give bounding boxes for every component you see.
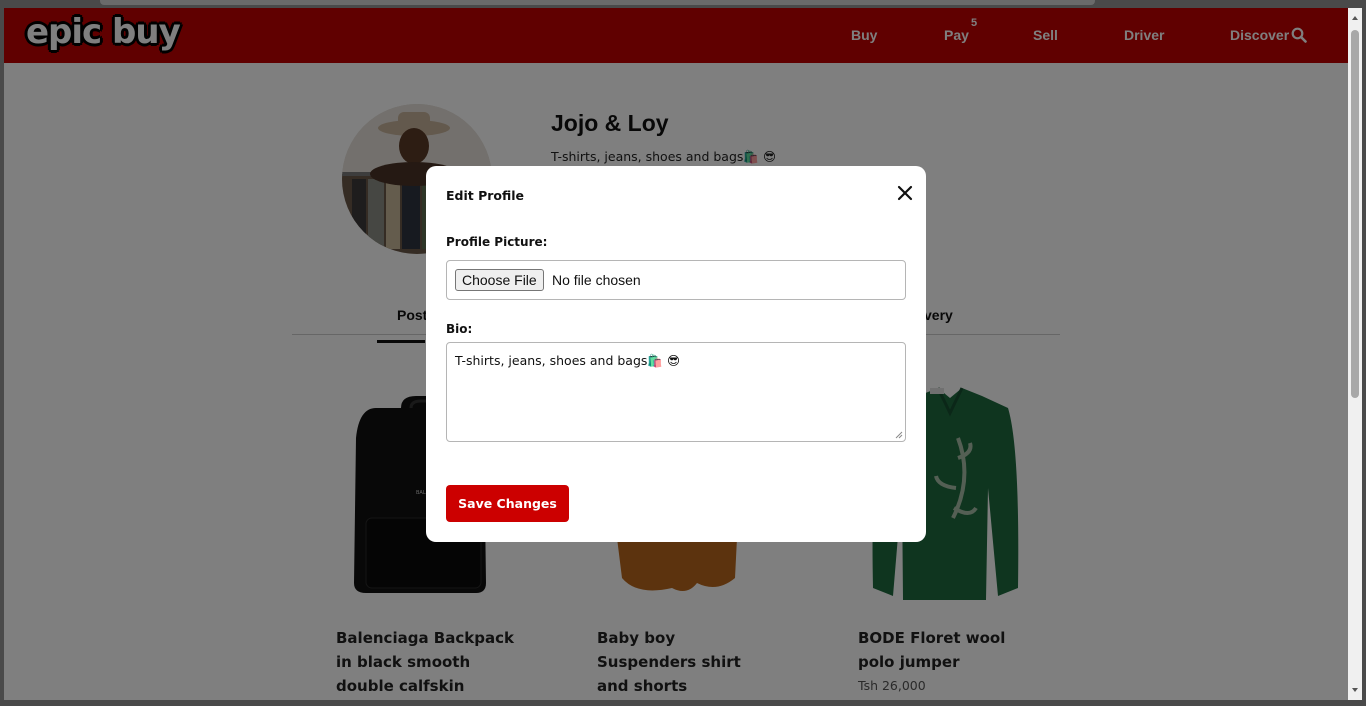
window-top-bar xyxy=(100,0,1095,5)
choose-file-button[interactable]: Choose File xyxy=(455,269,544,291)
profile-picture-input[interactable]: Choose File No file chosen xyxy=(446,260,906,300)
page-viewport: epic buy Buy Pay 5 Sell Driver Discover xyxy=(4,8,1348,700)
edit-profile-modal: Edit Profile Profile Picture: Choose Fil… xyxy=(426,166,926,542)
modal-title: Edit Profile xyxy=(446,188,525,203)
scroll-down-icon[interactable] xyxy=(1351,686,1359,694)
scroll-up-icon[interactable] xyxy=(1351,14,1359,22)
resize-grip-icon[interactable] xyxy=(895,431,903,439)
profile-picture-label: Profile Picture: xyxy=(446,235,548,249)
page-scrollbar[interactable] xyxy=(1348,8,1362,700)
close-icon[interactable] xyxy=(896,184,914,202)
bio-textarea-value: T-shirts, jeans, shoes and bags🛍️ 😎 xyxy=(455,353,680,368)
bio-label: Bio: xyxy=(446,322,473,336)
bio-textarea[interactable]: T-shirts, jeans, shoes and bags🛍️ 😎 xyxy=(446,342,906,442)
file-status: No file chosen xyxy=(552,272,641,288)
scrollbar-thumb[interactable] xyxy=(1351,30,1359,398)
save-changes-button[interactable]: Save Changes xyxy=(446,485,569,522)
